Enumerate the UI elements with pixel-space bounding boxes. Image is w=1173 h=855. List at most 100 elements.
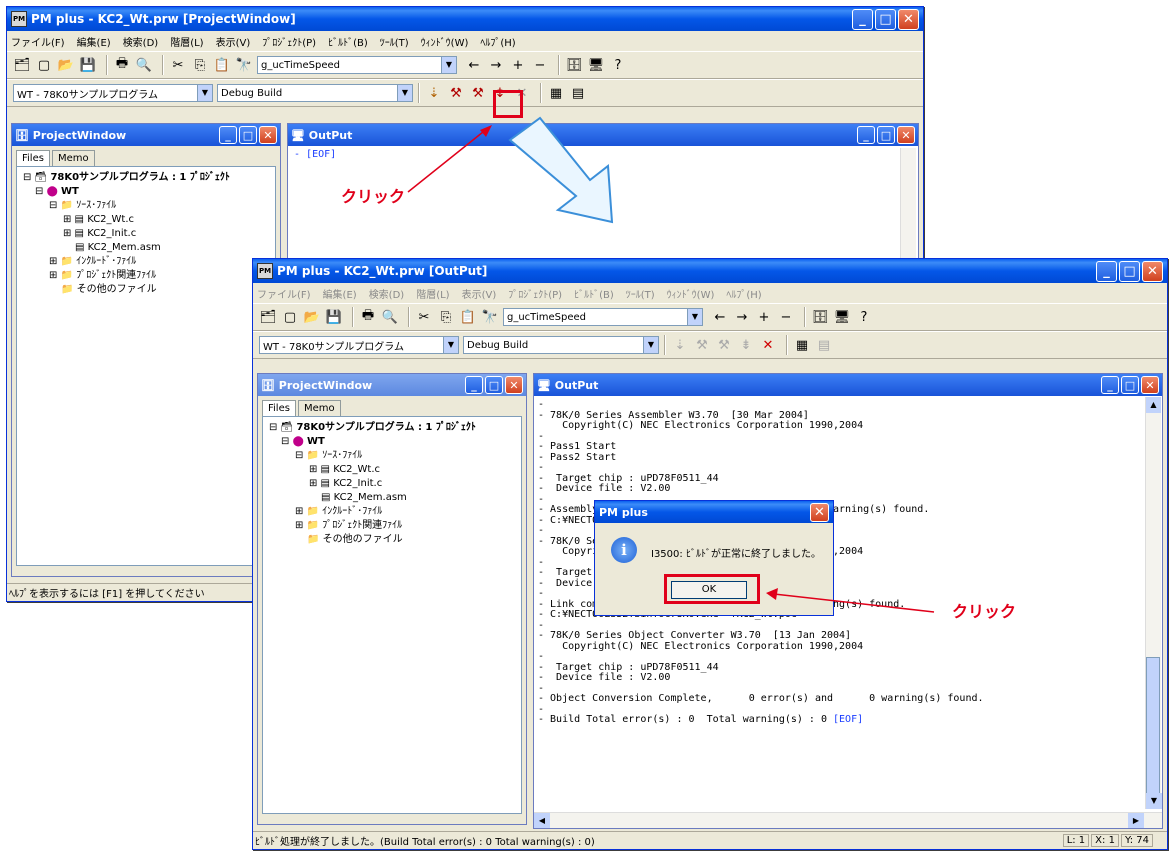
menu-edit[interactable]: 編集(E) [77, 34, 111, 49]
paste-icon[interactable]: 📋 [213, 56, 231, 74]
scroll-up-icon[interactable]: ▲ [1146, 397, 1161, 413]
preview-icon[interactable]: 🔍 [381, 308, 399, 326]
copy-icon[interactable]: ⎘ [437, 308, 455, 326]
save-icon[interactable]: 💾 [79, 56, 97, 74]
forward-arrow-icon[interactable]: → [487, 56, 505, 74]
cut-icon[interactable]: ✂ [415, 308, 433, 326]
scroll-thumb[interactable] [1146, 657, 1160, 797]
scroll-right-icon[interactable]: ▶ [1128, 813, 1144, 828]
tree-root[interactable]: ⊟ 🗃 78K0サンプルプログラム : 1 ﾌﾟﾛｼﾞｪｸﾄ [23, 171, 269, 185]
tree-root[interactable]: ⊟ 🗃 78K0サンプルプログラム : 1 ﾌﾟﾛｼﾞｪｸﾄ [269, 421, 515, 435]
menu-view[interactable]: 表示(V) [216, 34, 251, 49]
minimize-button[interactable]: _ [1101, 376, 1119, 394]
debugger-icon[interactable]: ▦ [547, 84, 565, 102]
chevron-down-icon[interactable]: ▼ [687, 309, 702, 325]
tree-wt[interactable]: ⊟ ⬤ WT [269, 435, 515, 449]
project-window-icon[interactable]: 🗄 [811, 308, 829, 326]
maximize-button[interactable]: □ [485, 376, 503, 394]
project-window-icon[interactable]: 🗄 [565, 56, 583, 74]
minimize-button[interactable]: _ [852, 8, 873, 30]
save-icon[interactable]: 💾 [325, 308, 343, 326]
open-project-icon[interactable]: 🗂 [259, 308, 277, 326]
close-button[interactable]: ✕ [897, 126, 915, 144]
compile-icon[interactable]: ⇣ [671, 336, 689, 354]
maximize-button[interactable]: □ [877, 126, 895, 144]
search-combo[interactable]: g_ucTimeSpeed ▼ [503, 308, 703, 326]
build-mode-combo[interactable]: Debug Build ▼ [463, 336, 659, 354]
close-button[interactable]: ✕ [810, 502, 829, 522]
preview-icon[interactable]: 🔍 [135, 56, 153, 74]
menu-edit[interactable]: 編集(E) [323, 286, 357, 301]
tree-file[interactable]: ⊞ ▤ KC2_Init.c [269, 477, 515, 491]
tree-include[interactable]: ⊞ 📁 ｲﾝｸﾙｰﾄﾞ･ﾌｧｲﾙ [269, 505, 515, 519]
project-combo[interactable]: WT - 78K0サンプルプログラム ▼ [259, 336, 459, 354]
new-file-icon[interactable]: ▢ [35, 56, 53, 74]
plus-icon[interactable]: + [509, 56, 527, 74]
build-mode-combo[interactable]: Debug Build ▼ [217, 84, 413, 102]
open-project-icon[interactable]: 🗂 [13, 56, 31, 74]
chevron-down-icon[interactable]: ▼ [443, 337, 458, 353]
menu-view[interactable]: 表示(V) [462, 286, 497, 301]
rebuild-icon[interactable]: ⚒ [715, 336, 733, 354]
tree-file[interactable]: ▤ KC2_Mem.asm [23, 241, 269, 255]
debugger-icon[interactable]: ▦ [793, 336, 811, 354]
menu-window[interactable]: ｳｨﾝﾄﾞｳ(W) [421, 34, 469, 49]
menu-build[interactable]: ﾋﾞﾙﾄﾞ(B) [328, 34, 368, 49]
menu-hierarchy[interactable]: 階層(L) [170, 34, 203, 49]
minimize-button[interactable]: _ [1096, 260, 1117, 282]
vertical-scrollbar[interactable]: ▲ ▼ [1145, 397, 1162, 809]
open-file-icon[interactable]: 📂 [57, 56, 75, 74]
front-window-titlebar[interactable]: PM PM plus - KC2_Wt.prw [OutPut] _ □ ✕ [253, 259, 1167, 283]
tab-files[interactable]: Files [16, 150, 50, 166]
output-window-icon[interactable]: 🖥 [587, 56, 605, 74]
horizontal-scrollbar[interactable]: ◀ ▶ [534, 812, 1162, 828]
settings-icon[interactable]: ▤ [815, 336, 833, 354]
scrollbar[interactable] [900, 148, 916, 268]
menu-tools[interactable]: ﾂｰﾙ(T) [626, 286, 655, 301]
scroll-left-icon[interactable]: ◀ [534, 813, 550, 828]
paste-icon[interactable]: 📋 [459, 308, 477, 326]
close-button[interactable]: ✕ [898, 8, 919, 30]
search-combo[interactable]: g_ucTimeSpeed ▼ [257, 56, 457, 74]
minimize-button[interactable]: _ [857, 126, 875, 144]
maximize-button[interactable]: □ [1119, 260, 1140, 282]
menu-hierarchy[interactable]: 階層(L) [416, 286, 449, 301]
print-icon[interactable]: 🖶 [113, 56, 131, 74]
tree-project-related[interactable]: ⊞ 📁 ﾌﾟﾛｼﾞｪｸﾄ関連ﾌｧｲﾙ [269, 519, 515, 533]
menu-tools[interactable]: ﾂｰﾙ(T) [380, 34, 409, 49]
back-project-window-titlebar[interactable]: 🗄 ProjectWindow _ □ ✕ [12, 124, 280, 146]
back-window-titlebar[interactable]: PM PM plus - KC2_Wt.prw [ProjectWindow] … [7, 7, 923, 31]
chevron-down-icon[interactable]: ▼ [397, 85, 412, 101]
compile-icon[interactable]: ⇣ [425, 84, 443, 102]
menu-help[interactable]: ﾍﾙﾌﾟ(H) [480, 34, 515, 49]
print-icon[interactable]: 🖶 [359, 308, 377, 326]
maximize-button[interactable]: □ [1121, 376, 1139, 394]
scroll-down-icon[interactable]: ▼ [1146, 793, 1162, 809]
front-output-titlebar[interactable]: 🖥 OutPut _ □ ✕ [534, 374, 1162, 396]
help-icon[interactable]: ? [855, 308, 873, 326]
front-project-window-titlebar[interactable]: 🗄 ProjectWindow _ □ ✕ [258, 374, 526, 396]
minus-icon[interactable]: − [531, 56, 549, 74]
minus-icon[interactable]: − [777, 308, 795, 326]
close-button[interactable]: ✕ [505, 376, 523, 394]
tree-sources[interactable]: ⊟ 📁 ｿｰｽ･ﾌｧｲﾙ [269, 449, 515, 463]
tree-wt[interactable]: ⊟ ⬤ WT [23, 185, 269, 199]
minimize-button[interactable]: _ [465, 376, 483, 394]
menu-window[interactable]: ｳｨﾝﾄﾞｳ(W) [667, 286, 715, 301]
chevron-down-icon[interactable]: ▼ [197, 85, 212, 101]
dialog-titlebar[interactable]: PM plus ✕ [595, 501, 833, 523]
output-window-icon[interactable]: 🖥 [833, 308, 851, 326]
build-icon[interactable]: ⚒ [447, 84, 465, 102]
menu-search[interactable]: 検索(D) [369, 286, 405, 301]
new-file-icon[interactable]: ▢ [281, 308, 299, 326]
tree-file[interactable]: ⊞ ▤ KC2_Wt.c [23, 213, 269, 227]
tree-sources[interactable]: ⊟ 📁 ｿｰｽ･ﾌｧｲﾙ [23, 199, 269, 213]
back-arrow-icon[interactable]: ← [711, 308, 729, 326]
build-all-icon[interactable]: ⇟ [737, 336, 755, 354]
close-button[interactable]: ✕ [1142, 260, 1163, 282]
tree-other[interactable]: 📁 その他のファイル [23, 283, 269, 297]
tab-memo[interactable]: Memo [51, 150, 95, 166]
menu-search[interactable]: 検索(D) [123, 34, 159, 49]
chevron-down-icon[interactable]: ▼ [643, 337, 658, 353]
tree-include[interactable]: ⊞ 📁 ｲﾝｸﾙｰﾄﾞ･ﾌｧｲﾙ [23, 255, 269, 269]
